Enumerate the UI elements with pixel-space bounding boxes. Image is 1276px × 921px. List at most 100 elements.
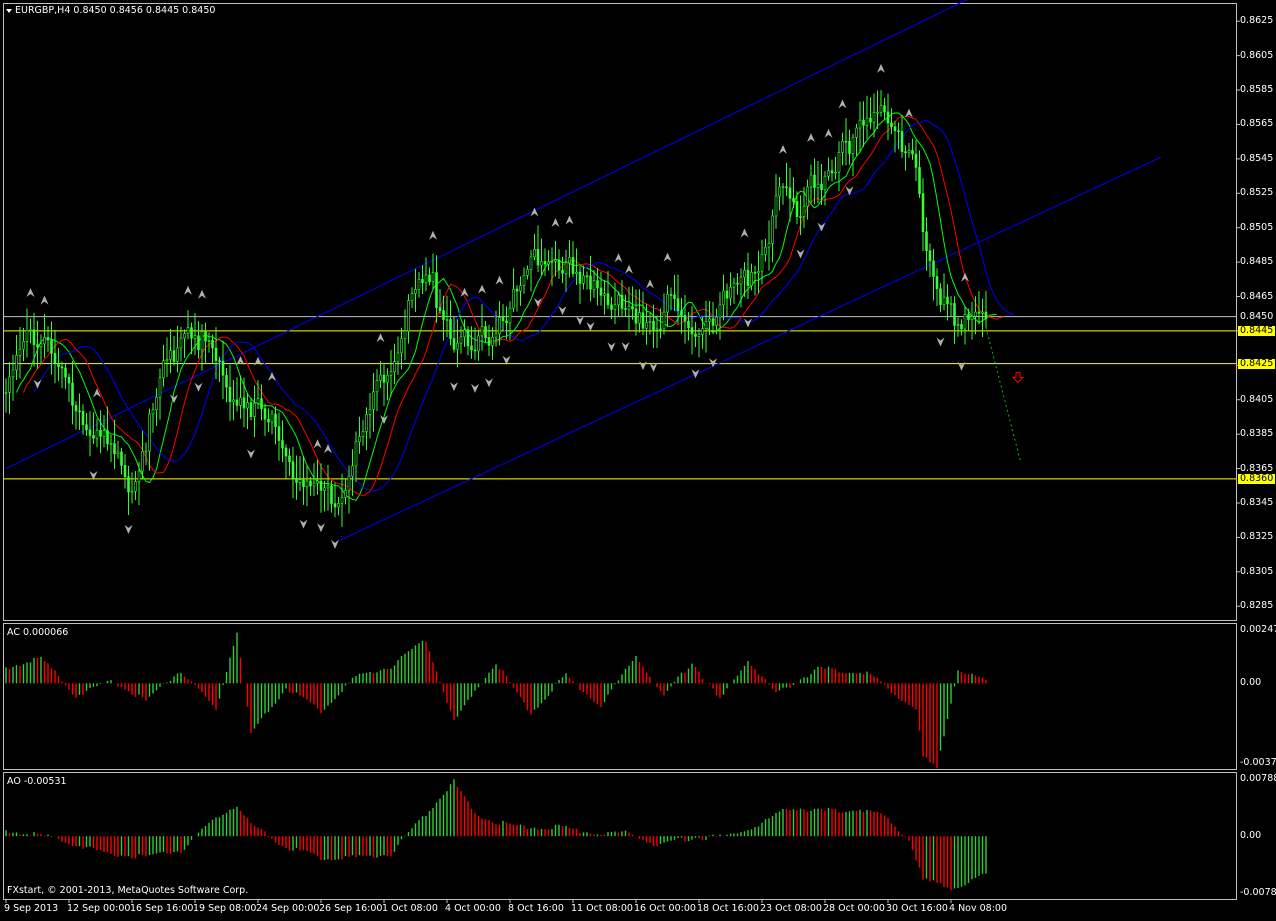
- ao-tick-label: -0.00782: [1240, 887, 1276, 898]
- candle-body: [270, 413, 274, 423]
- candle-body: [596, 280, 599, 289]
- price-tick-label: 0.8565: [1240, 118, 1274, 130]
- candle-body: [834, 171, 837, 174]
- candle-body: [666, 294, 669, 313]
- candle-body: [599, 287, 603, 296]
- candle-body: [274, 413, 277, 427]
- candle-body: [858, 119, 862, 129]
- ao-tick-label: 0.00: [1240, 830, 1262, 842]
- candle-body: [946, 296, 949, 304]
- candle-body: [32, 329, 36, 345]
- candle-body: [207, 340, 211, 342]
- price-tick-label: 0.8305: [1240, 565, 1274, 577]
- time-tick-label: 4 Nov 08:00: [949, 903, 1008, 914]
- time-tick-label: 11 Oct 08:00: [571, 903, 633, 914]
- chart-window[interactable]: [0, 0, 1276, 917]
- candle-body: [869, 117, 872, 123]
- candle-body: [935, 276, 939, 290]
- price-tick-label: 0.8545: [1240, 152, 1274, 164]
- candle-body: [907, 150, 911, 154]
- time-tick-label: 9 Sep 2013: [4, 903, 59, 914]
- candle-body: [312, 482, 316, 487]
- candle-body: [851, 136, 855, 154]
- candle-body: [106, 430, 109, 445]
- candle-body: [872, 112, 876, 123]
- candle-body: [494, 333, 498, 338]
- candle-body: [235, 399, 239, 406]
- candle-body: [561, 269, 564, 274]
- candle-body: [634, 308, 638, 324]
- candle-body: [515, 288, 519, 292]
- candle-body: [137, 470, 141, 482]
- candle-body: [526, 269, 529, 276]
- candle-body: [575, 271, 578, 274]
- chart-menu-triangle-icon[interactable]: [6, 9, 12, 13]
- candle-body: [442, 310, 445, 320]
- candle-body: [78, 410, 81, 413]
- candle-body: [92, 435, 95, 439]
- candle-body: [333, 503, 337, 508]
- ac-indicator-label: AC 0.000066: [7, 627, 69, 638]
- candle-body: [683, 315, 687, 322]
- candle-body: [585, 275, 589, 278]
- price-tick-label: 0.8625: [1240, 15, 1274, 27]
- candle-body: [449, 319, 452, 339]
- ac-tick-label: 0.002476: [1240, 624, 1276, 635]
- time-tick-label: 28 Oct 00:00: [823, 903, 885, 914]
- candle-body: [673, 294, 676, 300]
- candle-body: [529, 256, 533, 270]
- candle-body: [466, 329, 470, 347]
- candle-body: [151, 409, 155, 415]
- candle-body: [330, 485, 333, 504]
- candle-body: [487, 337, 491, 346]
- candle-body: [382, 374, 386, 383]
- candle-body: [148, 413, 151, 452]
- candle-body: [316, 480, 319, 484]
- candle-body: [536, 248, 540, 266]
- time-tick-label: 4 Oct 00:00: [445, 903, 501, 914]
- candle-body: [109, 443, 113, 445]
- candle-body: [396, 352, 400, 362]
- candle-body: [85, 424, 88, 431]
- candle-body: [638, 312, 641, 324]
- chart-canvas[interactable]: [0, 0, 1276, 917]
- candle-body: [879, 105, 883, 113]
- candle-body: [690, 327, 694, 335]
- candle-body: [193, 335, 197, 339]
- candle-body: [260, 398, 263, 409]
- candle-body: [925, 231, 928, 251]
- candle-body: [39, 343, 43, 348]
- candle-body: [753, 272, 757, 274]
- time-tick-label: 8 Oct 16:00: [508, 903, 564, 914]
- candle-body: [95, 429, 99, 439]
- candle-body: [15, 354, 18, 371]
- candle-body: [886, 111, 890, 124]
- candle-body: [263, 408, 267, 420]
- candle-body: [785, 186, 788, 189]
- candle-body: [477, 335, 480, 352]
- candle-body: [99, 429, 102, 437]
- time-tick-label: 19 Sep 08:00: [193, 903, 257, 914]
- candle-body: [746, 270, 750, 286]
- candle-body: [305, 480, 309, 488]
- candle-body: [232, 399, 235, 403]
- price-tick-label: 0.8345: [1240, 496, 1274, 508]
- candle-body: [298, 479, 302, 483]
- candle-body: [176, 347, 179, 362]
- candle-body: [533, 248, 536, 258]
- candle-body: [816, 183, 820, 188]
- candle-body: [641, 312, 645, 329]
- candle-body: [508, 307, 512, 324]
- candle-body: [186, 327, 190, 334]
- candle-body: [715, 316, 718, 326]
- price-tick-label: 0.8525: [1240, 187, 1274, 199]
- candle-body: [806, 186, 809, 207]
- candle-body: [424, 274, 428, 284]
- candle-body: [386, 374, 389, 383]
- candle-body: [711, 318, 715, 326]
- candle-body: [183, 333, 186, 339]
- candle-body: [249, 402, 253, 417]
- candle-body: [365, 414, 368, 432]
- candle-body: [578, 271, 582, 284]
- candle-body: [739, 276, 743, 285]
